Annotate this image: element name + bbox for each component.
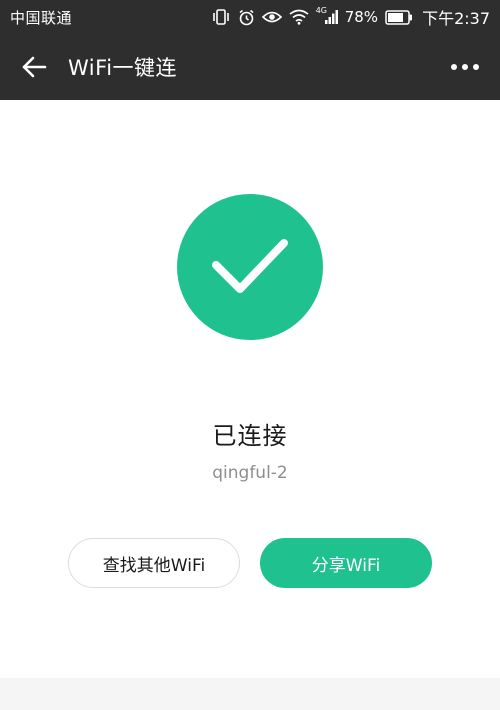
status-bar: 中国联通 4G 78% 下午2:37 [0,0,500,34]
check-icon [212,239,288,293]
share-wifi-button[interactable]: 分享WiFi [260,538,432,588]
arrow-left-icon [22,56,47,78]
battery-icon [385,9,413,25]
more-button[interactable] [448,52,482,82]
signal-type-label: 4G [315,6,328,15]
battery-percentage: 78% [344,8,379,26]
eye-icon [261,10,282,24]
more-dots-icon [473,64,479,70]
clock-time: 下午2:37 [422,9,490,28]
connection-status: 已连接 [212,422,288,450]
wifi-ssid: qingful-2 [212,463,288,483]
wifi-icon [289,9,309,25]
more-dots-icon [451,64,457,70]
bottom-strip [0,678,500,710]
success-circle [177,194,323,340]
vibrate-icon [211,9,231,25]
find-other-wifi-button[interactable]: 查找其他WiFi [68,538,240,588]
nav-bar: WiFi一键连 [0,34,500,100]
alarm-icon [238,9,255,26]
cellular-icon: 4G [315,6,338,25]
main-content: 已连接 qingful-2 查找其他WiFi 分享WiFi [0,100,500,678]
status-icons: 4G 78% 下午2:37 [211,5,490,29]
more-dots-icon [462,64,468,70]
carrier-name: 中国联通 [10,8,73,27]
page-title: WiFi一键连 [68,56,178,80]
back-button[interactable] [0,34,68,100]
